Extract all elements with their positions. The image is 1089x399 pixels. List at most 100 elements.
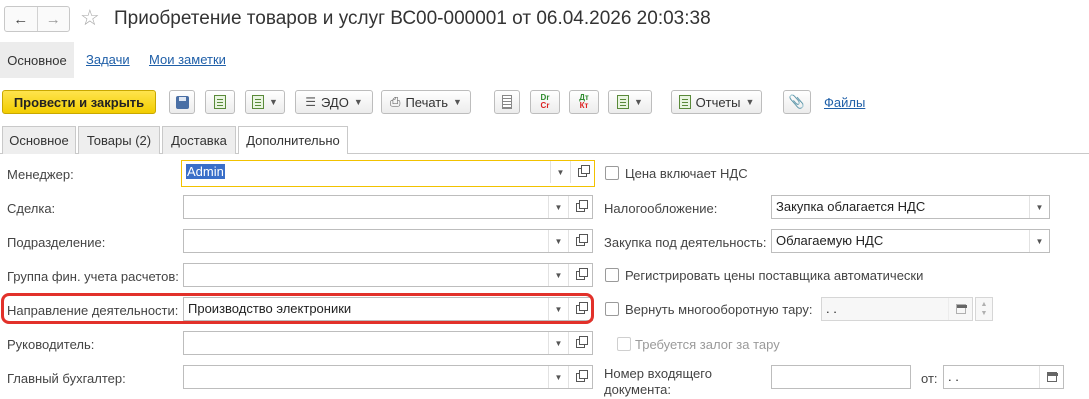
edo-button[interactable]: ☰ ЭДО ▼ <box>295 90 373 114</box>
calendar-icon[interactable] <box>948 298 972 320</box>
back-arrow-icon[interactable]: ← <box>5 7 37 31</box>
dt-kt-button[interactable]: Дт Кт <box>569 90 599 114</box>
paperclip-icon: 📎 <box>788 94 806 109</box>
list-icon <box>502 95 512 109</box>
chevron-down-icon: ▼ <box>745 97 755 107</box>
taxation-select[interactable]: Закупка облагается НДС ▼ <box>771 195 1050 219</box>
price-incl-vat-label: Цена включает НДС <box>625 166 748 181</box>
printer-icon: ⎙ <box>390 94 401 109</box>
tab-additional[interactable]: Дополнительно <box>238 126 348 154</box>
chevron-down-icon[interactable]: ▼ <box>548 332 568 354</box>
incoming-doc-label-line1: Номер входящего <box>604 366 712 381</box>
open-icon[interactable] <box>568 332 592 354</box>
chevron-down-icon[interactable]: ▼ <box>1029 230 1049 252</box>
chevron-down-icon: ▼ <box>634 97 643 107</box>
purchase-activity-label: Закупка под деятельность: <box>604 235 767 250</box>
document-settings-icon <box>617 95 630 109</box>
reports-button[interactable]: Отчеты ▼ <box>671 90 762 114</box>
form-nav-main[interactable]: Основное <box>0 42 74 78</box>
tab-main[interactable]: Основное <box>2 126 76 154</box>
form-nav-tasks[interactable]: Задачи <box>86 52 130 67</box>
manager-label: Менеджер: <box>7 167 74 182</box>
chevron-up-icon[interactable]: ▲ <box>981 300 988 309</box>
deposit-required-checkbox <box>617 337 631 351</box>
register-prices-checkbox[interactable] <box>605 268 619 282</box>
favorite-star-icon[interactable]: ☆ <box>80 5 100 31</box>
chevron-down-icon: ▼ <box>453 97 462 107</box>
chevron-down-icon[interactable]: ▼ <box>548 230 568 252</box>
open-icon[interactable] <box>570 161 594 183</box>
purchase-activity-select[interactable]: Облагаемую НДС ▼ <box>771 229 1050 253</box>
incoming-doc-number-field[interactable] <box>771 365 911 389</box>
manager-value: Admin <box>186 164 225 179</box>
register-prices-label: Регистрировать цены поставщика автоматич… <box>625 268 924 283</box>
incoming-doc-date-value: . . <box>948 369 959 384</box>
files-link[interactable]: Файлы <box>824 95 865 110</box>
chevron-down-icon: ▼ <box>269 97 278 107</box>
return-tare-label: Вернуть многооборотную тару: <box>625 302 813 317</box>
create-based-on-icon <box>252 95 265 109</box>
post-button[interactable] <box>205 90 235 114</box>
dr-cr-button[interactable]: Dr Cr <box>530 90 560 114</box>
tab-goods[interactable]: Товары (2) <box>78 126 160 154</box>
return-tare-date-field[interactable]: . . <box>821 297 973 321</box>
nav-buttons: ← → <box>4 6 70 32</box>
tab-delivery[interactable]: Доставка <box>162 126 236 154</box>
chief-accountant-field[interactable]: ▼ <box>183 365 593 389</box>
chevron-down-icon[interactable]: ▼ <box>1029 196 1049 218</box>
fin-group-field[interactable]: ▼ <box>183 263 593 287</box>
purchase-activity-value: Облагаемую НДС <box>776 233 884 248</box>
chevron-down-icon[interactable]: ▼ <box>550 161 570 183</box>
edo-icon: ☰ <box>305 95 316 109</box>
deposit-required-label: Требуется залог за тару <box>635 337 780 352</box>
print-label: Печать <box>405 94 449 110</box>
open-icon[interactable] <box>568 196 592 218</box>
chevron-down-icon[interactable]: ▼ <box>548 366 568 388</box>
department-field[interactable]: ▼ <box>183 229 593 253</box>
attach-file-button[interactable]: 📎 <box>783 90 811 114</box>
forward-arrow-icon[interactable]: → <box>36 7 70 31</box>
department-label: Подразделение: <box>7 235 106 250</box>
post-document-icon <box>214 95 226 109</box>
chevron-down-icon[interactable]: ▼ <box>548 196 568 218</box>
attach-document-button[interactable]: ▼ <box>608 90 652 114</box>
return-tare-date-value: . . <box>826 301 837 316</box>
dt-kt-icon: Дт Кт <box>579 93 589 110</box>
save-icon <box>175 95 189 109</box>
manager-field[interactable]: Admin ▼ <box>181 160 595 187</box>
chevron-down-icon[interactable]: ▼ <box>981 309 988 318</box>
incoming-doc-label-line2: документа: <box>604 382 671 397</box>
post-and-close-button[interactable]: Провести и закрыть <box>2 90 156 114</box>
deal-field[interactable]: ▼ <box>183 195 593 219</box>
open-icon[interactable] <box>568 264 592 286</box>
reports-label: Отчеты <box>695 94 741 110</box>
fin-group-label: Группа фин. учета расчетов: <box>7 269 179 284</box>
taxation-value: Закупка облагается НДС <box>776 199 926 214</box>
save-button[interactable] <box>169 90 195 114</box>
incoming-doc-label: Номер входящего документа: <box>604 366 712 398</box>
structure-button[interactable] <box>494 90 520 114</box>
edo-label: ЭДО <box>321 94 349 110</box>
open-icon[interactable] <box>568 230 592 252</box>
from-label: от: <box>921 371 938 386</box>
reports-icon <box>678 95 691 109</box>
create-based-on-button[interactable]: ▼ <box>245 90 285 114</box>
form-nav-notes[interactable]: Мои заметки <box>149 52 226 67</box>
return-tare-checkbox[interactable] <box>605 302 619 316</box>
incoming-doc-date-field[interactable]: . . <box>943 365 1064 389</box>
price-incl-vat-checkbox[interactable] <box>605 166 619 180</box>
head-label: Руководитель: <box>7 337 95 352</box>
print-button[interactable]: ⎙ Печать ▼ <box>381 90 471 114</box>
calendar-icon[interactable] <box>1039 366 1063 388</box>
deal-label: Сделка: <box>7 201 56 216</box>
activity-direction-highlight <box>1 293 594 324</box>
chevron-down-icon[interactable]: ▼ <box>548 264 568 286</box>
chief-accountant-label: Главный бухгалтер: <box>7 371 126 386</box>
head-field[interactable]: ▼ <box>183 331 593 355</box>
dr-cr-icon: Dr Cr <box>540 93 550 110</box>
taxation-label: Налогообложение: <box>604 201 718 216</box>
page-title: Приобретение товаров и услуг ВС00-000001… <box>114 8 711 29</box>
date-spinner[interactable]: ▲ ▼ <box>975 297 993 321</box>
chevron-down-icon: ▼ <box>353 97 363 107</box>
open-icon[interactable] <box>568 366 592 388</box>
